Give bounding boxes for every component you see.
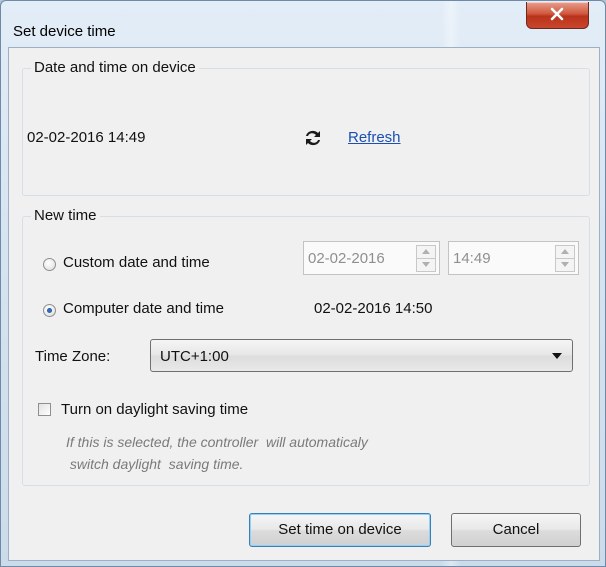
title-bar[interactable]: Set device time: [1, 1, 605, 47]
date-spinner[interactable]: [416, 245, 436, 272]
computer-datetime: 02-02-2016 14:50: [314, 300, 433, 317]
chevron-up-icon: [422, 249, 430, 254]
hint-line-2: switch daylight saving time.: [66, 456, 244, 472]
custom-date-value: 02-02-2016: [308, 250, 385, 267]
date-spin-up-button[interactable]: [416, 245, 436, 259]
timezone-label: Time Zone:: [35, 348, 111, 365]
custom-date-field[interactable]: 02-02-2016: [303, 241, 440, 275]
daylight-saving-hint: If this is selected, the controller will…: [66, 431, 506, 475]
cancel-button[interactable]: Cancel: [451, 513, 581, 547]
daylight-saving-label[interactable]: Turn on daylight saving time: [61, 401, 248, 418]
timezone-select[interactable]: UTC+1:00: [150, 339, 573, 372]
custom-date-radio[interactable]: [43, 258, 56, 271]
dialog-content: Date and time on device 02-02-2016 14:49…: [8, 47, 600, 561]
new-time-group-label: New time: [31, 208, 100, 224]
chevron-up-icon: [561, 249, 569, 254]
chevron-down-icon: [561, 262, 569, 267]
custom-time-field[interactable]: 14:49: [448, 241, 579, 275]
set-time-button[interactable]: Set time on device: [249, 513, 431, 547]
custom-time-value: 14:49: [453, 250, 491, 267]
chevron-down-icon: [422, 262, 430, 267]
time-spin-down-button[interactable]: [555, 258, 575, 272]
time-spinner[interactable]: [555, 245, 575, 272]
computer-date-radio[interactable]: [43, 304, 56, 317]
timezone-value: UTC+1:00: [160, 348, 229, 365]
device-time-group-label: Date and time on device: [31, 60, 199, 76]
refresh-link[interactable]: Refresh: [348, 129, 401, 146]
hint-line-1: If this is selected, the controller will…: [66, 434, 368, 450]
chevron-down-icon: [552, 353, 562, 359]
close-button[interactable]: [526, 2, 589, 29]
custom-date-label[interactable]: Custom date and time: [63, 254, 210, 271]
computer-date-label[interactable]: Computer date and time: [63, 300, 224, 317]
window-title: Set device time: [13, 23, 116, 40]
date-spin-down-button[interactable]: [416, 258, 436, 272]
refresh-icon[interactable]: [302, 127, 324, 149]
dialog-window: Set device time Date and time on device …: [0, 0, 606, 567]
device-datetime: 02-02-2016 14:49: [27, 129, 146, 146]
daylight-saving-checkbox[interactable]: [38, 403, 51, 416]
close-icon: [550, 7, 564, 21]
time-spin-up-button[interactable]: [555, 245, 575, 259]
